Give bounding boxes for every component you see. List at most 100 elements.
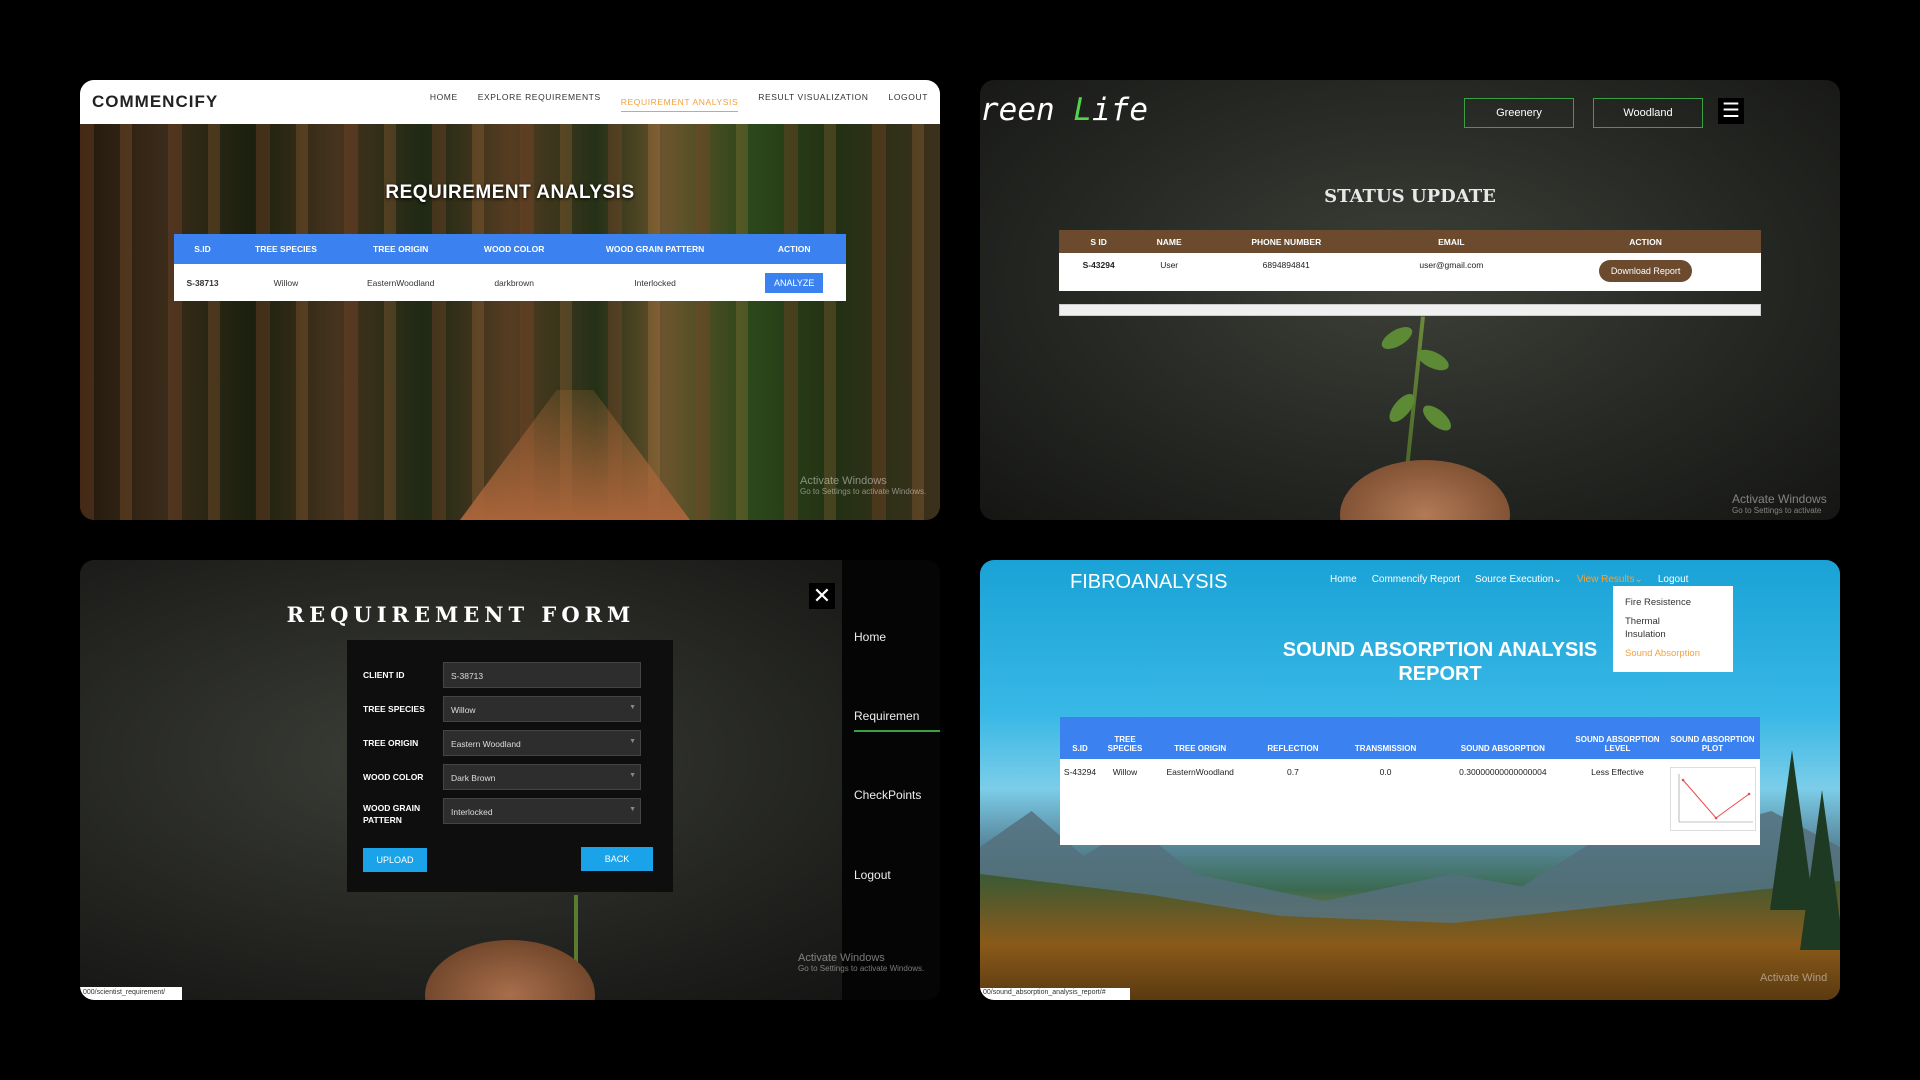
cell-grain: Interlocked: [634, 277, 676, 288]
close-icon[interactable]: ✕: [809, 583, 835, 609]
col-header: TRANSMISSION: [1335, 717, 1436, 759]
wood-color-select[interactable]: Dark Brown ▼: [443, 764, 641, 790]
col-header: WOOD COLOR: [460, 234, 568, 264]
top-navbar: COMMENCIFY HOME EXPLORE REQUIREMENTS REQ…: [80, 80, 940, 124]
sidebar-item-requirement[interactable]: Requiremen: [854, 709, 940, 732]
page-title: REQUIREMENT ANALYSIS: [385, 182, 635, 203]
wood-color-value: Dark Brown: [451, 773, 496, 783]
sound-absorption-plot-thumbnail[interactable]: [1669, 767, 1756, 831]
rock: [425, 940, 595, 1000]
cell-color: darkbrown: [494, 277, 534, 288]
requirements-table: S.ID TREE SPECIES TREE ORIGIN WOOD COLOR…: [174, 234, 846, 301]
col-header: SOUND ABSORPTION: [1435, 717, 1570, 759]
col-header: PHONE NUMBER: [1200, 230, 1373, 253]
cell-sid: S-38713: [186, 277, 219, 288]
chevron-down-icon: ▼: [629, 806, 636, 813]
nav-label: View Results: [1576, 574, 1635, 585]
activate-windows-watermark: Activate Windows Go to Settings to activ…: [798, 952, 924, 973]
download-report-button[interactable]: Download Report: [1598, 260, 1693, 282]
tree-species-label: TREE SPECIES: [363, 704, 425, 714]
activate-windows-watermark: Activate Windows Go to Settings to activ…: [800, 475, 926, 496]
client-id-row: CLIENT ID S-38713: [363, 662, 657, 688]
col-header: ACTION: [1530, 230, 1761, 253]
cell-reflection: 0.7: [1287, 767, 1299, 777]
nav-explore-requirements[interactable]: EXPLORE REQUIREMENTS: [478, 92, 601, 112]
sidebar-item-checkpoints[interactable]: CheckPoints: [854, 788, 921, 802]
cell-sid: S-43294: [1082, 260, 1115, 270]
requirement-form: CLIENT ID S-38713 TREE SPECIES Willow ▼ T…: [347, 640, 673, 892]
wood-color-row: WOOD COLOR Dark Brown ▼: [363, 764, 657, 790]
sidebar-item-logout[interactable]: Logout: [854, 868, 891, 882]
cell-species: Willow: [273, 277, 299, 288]
tree-origin-select[interactable]: Eastern Woodland ▼: [443, 730, 641, 756]
sound-absorption-table: S.ID TREE SPECIES TREE ORIGIN REFLECTION…: [1060, 717, 1760, 845]
nav-logout[interactable]: Logout: [1658, 574, 1689, 585]
col-header: SOUND ABSORPTION PLOT: [1665, 717, 1760, 759]
dropdown-item-thermal-insulation[interactable]: Thermal Insulation: [1625, 615, 1685, 641]
cell-plot: [1665, 759, 1760, 831]
green-life-panel: reen Life Greenery Woodland ☰ STATUS UPD…: [980, 80, 1840, 520]
activate-windows-watermark: Activate Wind: [1760, 972, 1828, 984]
col-header: S.ID: [174, 234, 232, 264]
nav-source-execution[interactable]: Source Execution⌄: [1475, 574, 1562, 585]
nav-requirement-analysis[interactable]: REQUIREMENT ANALYSIS: [620, 97, 739, 112]
nav-label: Source Execution: [1475, 574, 1554, 585]
col-header: REFLECTION: [1250, 717, 1336, 759]
table-row: S-43294 User 6894894841 user@gmail.com D…: [1059, 253, 1761, 291]
brand-logo[interactable]: COMMENCIFY: [92, 92, 218, 112]
wood-color-label: WOOD COLOR: [363, 772, 424, 782]
cell-species: Willow: [1112, 767, 1138, 777]
nav-commencify-report[interactable]: Commencify Report: [1372, 574, 1460, 585]
upload-button[interactable]: UPLOAD: [363, 848, 427, 872]
back-button[interactable]: BACK: [581, 847, 653, 871]
logo-text: reen: [980, 92, 1074, 128]
pine-tree: [1800, 790, 1840, 950]
greenery-button[interactable]: Greenery: [1464, 98, 1574, 128]
chevron-down-icon: ⌄: [1634, 574, 1643, 585]
dropdown-item-fire-resistence[interactable]: Fire Resistence: [1625, 596, 1721, 609]
leaf: [1378, 322, 1416, 354]
status-bar-url: 000/scientist_requirement/: [80, 987, 182, 1000]
form-title: REQUIREMENT FORM: [286, 602, 636, 627]
nav-logout[interactable]: LOGOUT: [889, 92, 929, 112]
col-header: S.ID: [1060, 717, 1100, 759]
rock: [1340, 460, 1510, 520]
cell-origin: EasternWoodland: [366, 277, 435, 288]
tree-species-select[interactable]: Willow ▼: [443, 696, 641, 722]
tree-species-row: TREE SPECIES Willow ▼: [363, 696, 657, 722]
horizontal-scrollbar[interactable]: [1059, 304, 1761, 316]
cell-email: user@gmail.com: [1419, 260, 1484, 270]
chevron-down-icon: ▼: [629, 772, 636, 779]
cell-absorption: 0.30000000000000004: [1459, 767, 1547, 777]
brand-logo[interactable]: FIBROANALYSIS: [1070, 571, 1227, 594]
plot-point: [1714, 816, 1717, 820]
fibroanalysis-panel: FIBROANALYSIS Home Commencify Report Sou…: [980, 560, 1840, 1000]
woodland-button[interactable]: Woodland: [1593, 98, 1703, 128]
tree-species-value: Willow: [451, 705, 476, 715]
nav-result-visualization[interactable]: RESULT VISUALIZATION: [758, 92, 868, 112]
dropdown-item-sound-absorption[interactable]: Sound Absorption: [1625, 647, 1721, 660]
client-id-input[interactable]: S-38713: [443, 662, 641, 688]
green-life-logo[interactable]: reen Life: [980, 92, 1148, 128]
watermark-text: Activate Windows: [800, 475, 887, 487]
table-row: S-38713 Willow EasternWoodland darkbrown…: [174, 264, 846, 301]
cell-action: ANALYZE: [742, 264, 846, 301]
nav-home[interactable]: HOME: [430, 92, 458, 112]
requirement-form-panel: REQUIREMENT FORM ✕ CLIENT ID S-38713 TRE…: [80, 560, 940, 1000]
status-bar-url: 00/sound_absorption_analysis_report/#: [980, 988, 1130, 1000]
nav-view-results[interactable]: View Results⌄: [1577, 574, 1643, 585]
page-title: STATUS UPDATE: [1324, 186, 1496, 207]
sidebar-item-home[interactable]: Home: [854, 630, 886, 644]
cell-level: Less Effective: [1591, 767, 1644, 777]
cell-transmission: 0.0: [1379, 767, 1392, 777]
col-header: S ID: [1059, 230, 1139, 253]
col-header: TREE ORIGIN: [340, 234, 461, 264]
tree-origin-row: TREE ORIGIN Eastern Woodland ▼: [363, 730, 657, 756]
analyze-button[interactable]: ANALYZE: [765, 272, 824, 293]
top-navbar: Home Commencify Report Source Execution⌄…: [1330, 574, 1688, 585]
hamburger-menu-icon[interactable]: ☰: [1718, 98, 1744, 124]
nav-home[interactable]: Home: [1330, 574, 1357, 585]
wood-grain-select[interactable]: Interlocked ▼: [443, 798, 641, 824]
cell-action: Download Report: [1530, 253, 1761, 291]
chevron-down-icon: ▼: [629, 704, 636, 711]
